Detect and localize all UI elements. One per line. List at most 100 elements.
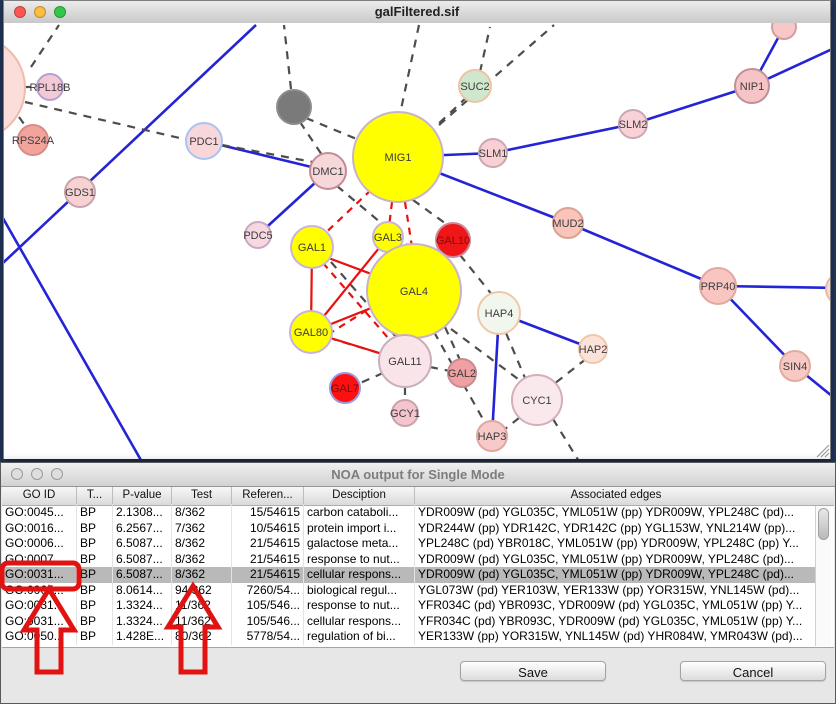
cell: BP <box>77 629 113 645</box>
cell: YFR034C (pd) YBR093C, YDR009W (pd) YGL03… <box>415 598 817 614</box>
cell: 7260/54... <box>232 583 304 599</box>
edge-pd[interactable] <box>413 200 449 226</box>
resize-grip[interactable] <box>817 445 829 457</box>
node-label-MUD2: MUD2 <box>552 218 583 230</box>
edge-pd[interactable] <box>400 25 419 114</box>
edge-pd[interactable] <box>505 418 519 429</box>
edge-pd[interactable] <box>439 25 554 125</box>
cell: BP <box>77 505 113 521</box>
node-label-PDC5: PDC5 <box>243 230 272 242</box>
edge-pd[interactable] <box>506 333 525 378</box>
cell: 1.3324... <box>113 598 172 614</box>
column-header-test[interactable]: Test <box>172 487 232 504</box>
cell: GO:0045... <box>2 505 77 521</box>
node-unlabeled-large-node[interactable] <box>4 36 25 140</box>
cell: 8/362 <box>172 505 232 521</box>
cell: response to nut... <box>304 598 415 614</box>
edge-pp[interactable] <box>493 124 633 153</box>
node-label-GDS1: GDS1 <box>65 187 95 199</box>
network-window: galFiltered.sif RPL18BRPS24AGDS1PDC1DMC1… <box>3 0 831 459</box>
table-row[interactable]: GO:0031...BP1.3324...11/362105/546...cel… <box>2 614 817 630</box>
edge-pd[interactable] <box>358 373 383 384</box>
column-header-referen[interactable]: Referen... <box>232 487 304 504</box>
node-label-SIN4: SIN4 <box>783 361 807 373</box>
edges-layer <box>4 25 830 459</box>
edge-pd[interactable] <box>300 122 322 155</box>
table-header-row[interactable]: GO IDT...P-valueTestReferen...Desciption… <box>2 487 834 506</box>
node-label-SLM2: SLM2 <box>619 119 648 131</box>
cell: BP <box>77 614 113 630</box>
table-row[interactable]: GO:0050...BP1.428E...80/3625778/54...reg… <box>2 629 817 645</box>
cell: 5778/54... <box>232 629 304 645</box>
node-label-SUC2: SUC2 <box>460 81 489 93</box>
node-label-HAP4: HAP4 <box>485 308 514 320</box>
cell: 1.428E... <box>113 629 172 645</box>
network-canvas[interactable]: RPL18BRPS24AGDS1PDC1DMC1MIG1SUC2SLM1SLM2… <box>4 23 830 459</box>
edge-pd[interactable] <box>553 419 580 459</box>
cell: GO:0031... <box>2 598 77 614</box>
node-label-PDC1: PDC1 <box>189 136 218 148</box>
node-unlabeled-gray-node[interactable] <box>277 90 311 124</box>
cell: YPL248C (pd) YBR018C, YML051W (pp) YDR00… <box>415 536 817 552</box>
table-row[interactable]: GO:0006...BP6.5087...8/36221/54615galact… <box>2 536 817 552</box>
cell: biological regul... <box>304 583 415 599</box>
cell: cellular respons... <box>304 567 415 583</box>
column-header-pvalue[interactable]: P-value <box>113 487 172 504</box>
cell: YDR009W (pd) YGL035C, YML051W (pp) YDR00… <box>415 552 817 568</box>
node-label-GAL10: GAL10 <box>436 235 470 247</box>
cell: 11/362 <box>172 598 232 614</box>
edge-pd[interactable] <box>435 97 467 127</box>
edge-pp[interactable] <box>4 206 146 459</box>
cell: YFR034C (pd) YBR093C, YDR009W (pd) YGL03… <box>415 614 817 630</box>
edge-pp[interactable] <box>568 223 718 286</box>
network-window-titlebar[interactable]: galFiltered.sif <box>4 1 830 24</box>
column-header-desciption[interactable]: Desciption <box>304 487 415 504</box>
cell: 8.0614... <box>113 583 172 599</box>
cell: GO:0031... <box>2 567 77 583</box>
cell: BP <box>77 536 113 552</box>
cell: GO:0050... <box>2 629 77 645</box>
table-row[interactable]: GO:0031...BP1.3324...11/362105/546...res… <box>2 598 817 614</box>
table-row[interactable]: GO:0065...BP8.0614...94/3627260/54...bio… <box>2 583 817 599</box>
cell: regulation of bi... <box>304 629 415 645</box>
edge-pd[interactable] <box>460 255 493 296</box>
node-clipped-top-node[interactable] <box>772 23 796 39</box>
column-header-associatededges[interactable]: Associated edges <box>415 487 817 504</box>
cell: BP <box>77 567 113 583</box>
noa-window-titlebar[interactable]: NOA output for Single Mode <box>1 463 835 487</box>
node-MSI[interactable] <box>826 273 830 305</box>
save-button[interactable]: Save <box>460 661 606 681</box>
edge-pp[interactable] <box>4 25 256 293</box>
edge-pp[interactable] <box>633 86 752 124</box>
cell: 105/546... <box>232 598 304 614</box>
column-header-t[interactable]: T... <box>77 487 113 504</box>
edge-pd[interactable] <box>480 27 490 72</box>
results-table: GO IDT...P-valueTestReferen...Desciption… <box>2 487 834 648</box>
table-row[interactable]: GO:0045...BP2.1308...8/36215/54615carbon… <box>2 505 817 521</box>
cell: 94/362 <box>172 583 232 599</box>
cell: galactose meta... <box>304 536 415 552</box>
column-header-goid[interactable]: GO ID <box>2 487 77 504</box>
cell: GO:0016... <box>2 521 77 537</box>
edge-pd[interactable] <box>554 359 586 384</box>
node-label-MIG1: MIG1 <box>385 152 412 164</box>
cell: YDR244W (pp) YDR142C, YDR142C (pp) YGL15… <box>415 521 817 537</box>
edge-pd[interactable] <box>445 327 460 360</box>
edge-pd[interactable] <box>306 118 359 140</box>
cell: GO:0006... <box>2 536 77 552</box>
cell: 8/362 <box>172 536 232 552</box>
cell: YGL073W (pd) YER103W, YER133W (pp) YOR31… <box>415 583 817 599</box>
edge-pd[interactable] <box>31 25 59 67</box>
scrollbar-thumb[interactable] <box>818 508 829 540</box>
table-row[interactable]: GO:0007...BP6.5087...8/36221/54615respon… <box>2 552 817 568</box>
vertical-scrollbar[interactable] <box>815 506 831 646</box>
table-row[interactable]: GO:0031...BP6.5087...8/36221/54615cellul… <box>2 567 817 583</box>
cell: 8/362 <box>172 567 232 583</box>
cell: BP <box>77 552 113 568</box>
cancel-button[interactable]: Cancel <box>680 661 826 681</box>
edge-rd[interactable] <box>405 202 412 247</box>
edge-pd[interactable] <box>284 25 291 89</box>
node-label-GAL2: GAL2 <box>448 368 476 380</box>
table-row[interactable]: GO:0016...BP6.2567...7/36210/54615protei… <box>2 521 817 537</box>
cell: carbon cataboli... <box>304 505 415 521</box>
